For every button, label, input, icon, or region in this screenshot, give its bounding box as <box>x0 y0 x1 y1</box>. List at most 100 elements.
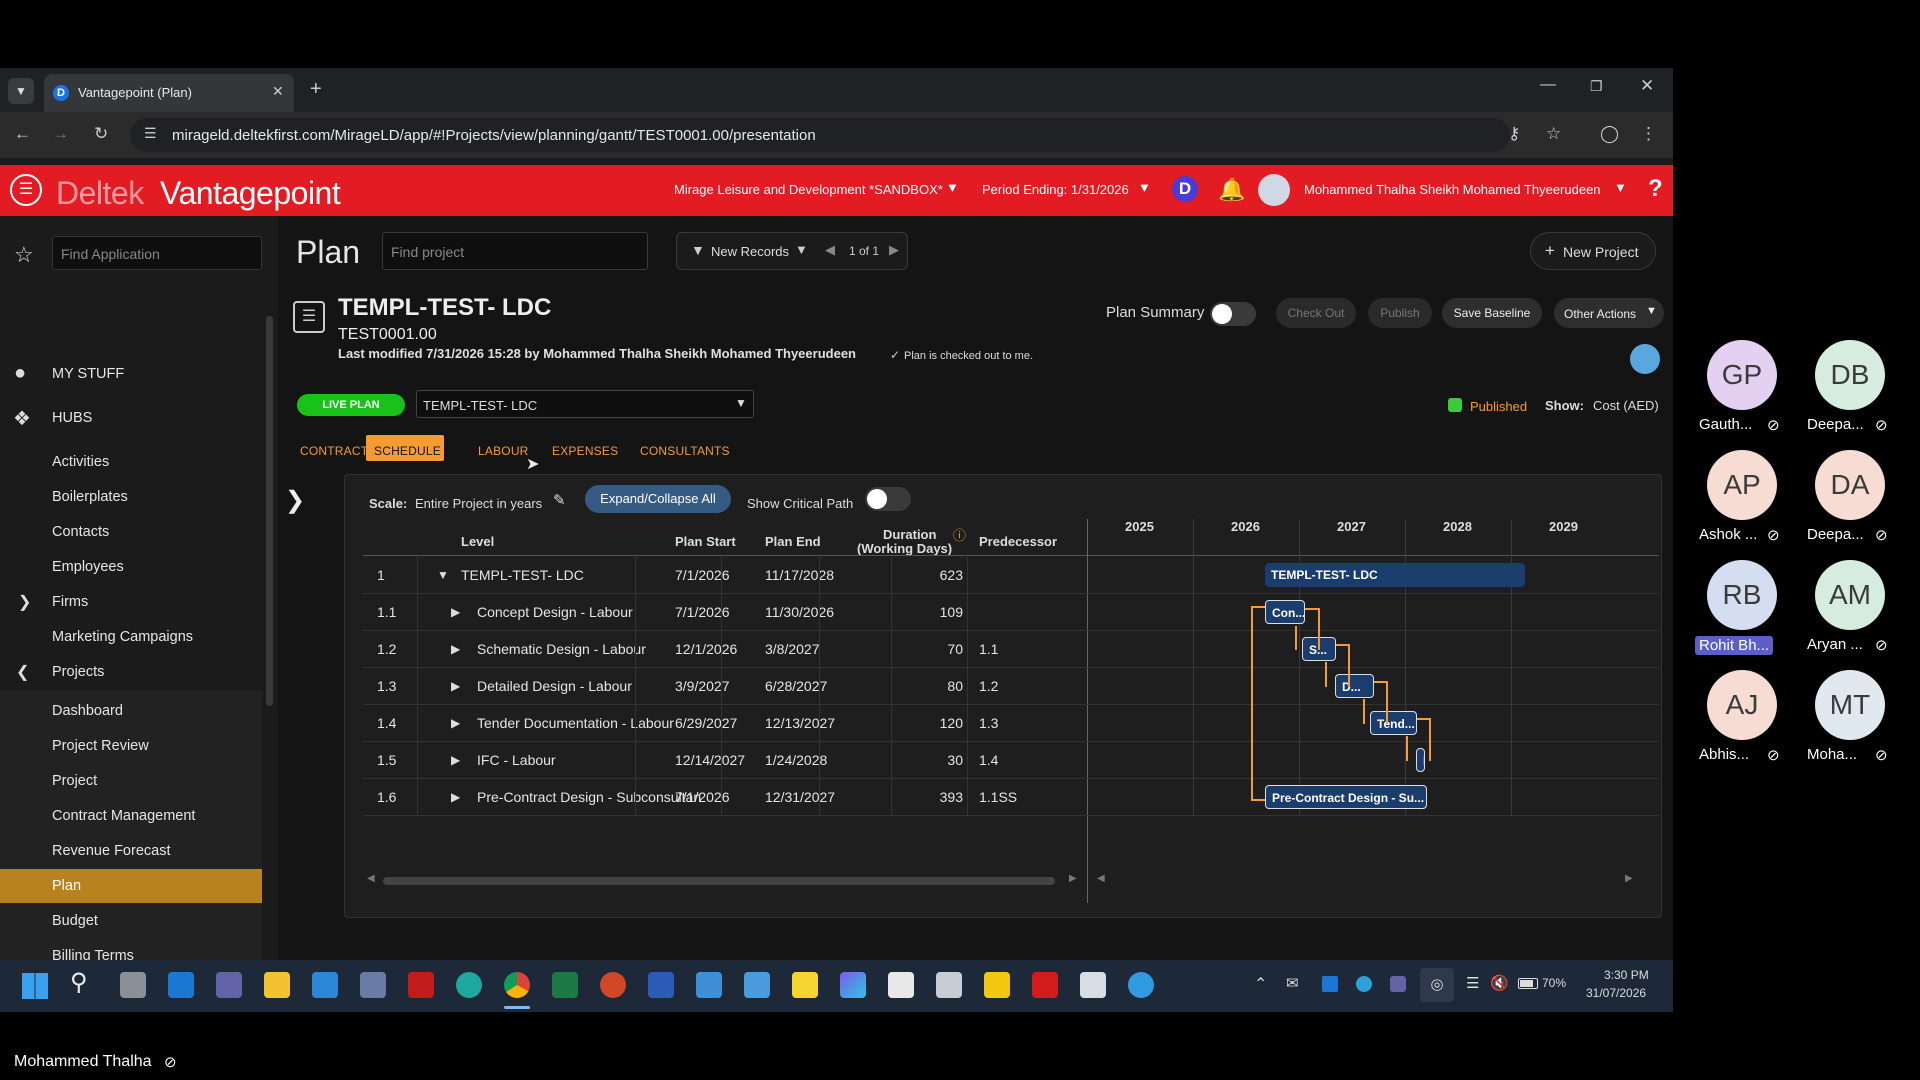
minimize-icon[interactable]: — <box>1540 76 1556 94</box>
row-name[interactable]: Pre-Contract Design - Subconsultan <box>477 789 701 805</box>
expand-caret-icon[interactable]: ▶ <box>451 642 460 656</box>
row-name[interactable]: Schematic Design - Labour <box>477 641 701 657</box>
row-name[interactable]: IFC - Labour <box>477 752 701 768</box>
scroll-left-icon[interactable]: ◀ <box>367 873 375 884</box>
outlook-icon[interactable] <box>168 972 194 998</box>
webex-icon[interactable] <box>1128 972 1154 998</box>
task-view-icon[interactable] <box>120 972 146 998</box>
plan-select[interactable]: TEMPL-TEST- LDC ▼ <box>416 390 754 418</box>
favorites-star-icon[interactable]: ☆ <box>14 242 34 268</box>
plan-summary-toggle[interactable] <box>1210 302 1256 326</box>
file-explorer-icon[interactable] <box>264 972 290 998</box>
profile-icon[interactable]: ◯ <box>1600 124 1619 144</box>
nav-plan[interactable]: Plan <box>52 878 81 894</box>
tab-expenses[interactable]: EXPENSES <box>552 444 618 458</box>
tab-labour[interactable]: LABOUR <box>478 444 529 458</box>
acrobat-icon[interactable] <box>408 972 434 998</box>
expand-caret-icon[interactable]: ▶ <box>451 679 460 693</box>
tab-consultants[interactable]: CONSULTANTS <box>640 444 730 458</box>
edge-icon[interactable] <box>456 972 482 998</box>
tools-icon[interactable] <box>1080 972 1106 998</box>
paint-icon[interactable] <box>696 972 722 998</box>
tray-outlook-icon[interactable] <box>1322 976 1338 992</box>
store-icon[interactable] <box>888 972 914 998</box>
notification-bell-icon[interactable]: 🔔 <box>1218 177 1245 203</box>
tab-contract[interactable]: CONTRACT <box>300 444 368 458</box>
snipping-tool-icon[interactable] <box>936 972 962 998</box>
col-plan-start[interactable]: Plan Start <box>675 534 736 549</box>
col-predecessor[interactable]: Predecessor <box>979 534 1057 549</box>
participant-avatar[interactable]: AJ <box>1707 670 1777 740</box>
copilot-icon[interactable] <box>840 972 866 998</box>
user-name[interactable]: Mohammed Thalha Sheikh Mohamed Thyeerude… <box>1304 182 1601 197</box>
participant-avatar[interactable]: RB <box>1707 560 1777 630</box>
gantt-bar[interactable]: TEMPL-TEST- LDC <box>1265 563 1525 587</box>
close-tab-icon[interactable]: ✕ <box>272 83 284 100</box>
nav-projects[interactable]: Projects <box>52 664 104 680</box>
teams-icon[interactable] <box>216 972 242 998</box>
gantt-bar[interactable]: Pre-Contract Design - Su... <box>1265 785 1427 809</box>
nav-firms[interactable]: Firms <box>52 594 88 610</box>
new-records-dropdown[interactable]: New Records <box>711 244 789 259</box>
mic-muted-tray-button[interactable]: ◎ <box>1420 968 1454 1002</box>
row-name[interactable]: Tender Documentation - Labour <box>477 715 701 731</box>
panel-expand-icon[interactable]: ❯ <box>278 476 312 526</box>
save-baseline-button[interactable]: Save Baseline <box>1442 298 1542 328</box>
word-icon[interactable] <box>648 972 674 998</box>
app-l-icon[interactable] <box>1032 972 1058 998</box>
row-name[interactable]: Concept Design - Labour <box>477 604 701 620</box>
clock-date[interactable]: 31/07/2026 <box>1586 986 1646 1000</box>
tray-sync-icon[interactable] <box>1356 976 1372 992</box>
hamburger-menu-icon[interactable]: ☰ <box>10 174 42 206</box>
tray-teams-icon[interactable] <box>1390 976 1406 992</box>
find-application-input[interactable]: Find Application <box>52 236 262 270</box>
participant-avatar[interactable]: MT <box>1815 670 1885 740</box>
row-name[interactable]: Detailed Design - Labour <box>477 678 701 694</box>
new-tab-icon[interactable]: + <box>310 78 322 101</box>
chevron-down-icon[interactable]: ❮ <box>16 662 29 682</box>
search-icon[interactable]: ⚲ <box>70 968 88 997</box>
grid-horizontal-scrollbar[interactable] <box>383 877 1055 885</box>
col-level[interactable]: Level <box>461 534 494 549</box>
nav-scrollbar[interactable] <box>266 316 273 706</box>
scroll-right-icon[interactable]: ▶ <box>1069 873 1077 884</box>
participant-avatar[interactable]: AM <box>1815 560 1885 630</box>
prev-record-icon[interactable]: ◀ <box>825 242 835 258</box>
nav-budget[interactable]: Budget <box>52 913 98 929</box>
company-selector[interactable]: Mirage Leisure and Development *SANDBOX* <box>674 182 943 197</box>
app-switcher-badge[interactable]: D <box>1172 176 1198 202</box>
excel-icon[interactable] <box>552 972 578 998</box>
participant-avatar[interactable]: GP <box>1707 340 1777 410</box>
participant-avatar[interactable]: DA <box>1815 450 1885 520</box>
windows-start-icon[interactable] <box>22 973 48 999</box>
chrome-icon[interactable] <box>504 972 530 998</box>
col-duration[interactable]: Duration <box>883 527 936 542</box>
check-out-button[interactable]: Check Out <box>1276 298 1356 328</box>
row-name[interactable]: TEMPL-TEST- LDC <box>461 567 685 583</box>
expand-caret-icon[interactable]: ▶ <box>451 790 460 804</box>
password-key-icon[interactable]: ⚷ <box>1508 124 1520 144</box>
onedrive-icon[interactable] <box>312 972 338 998</box>
back-icon[interactable]: ← <box>14 124 31 144</box>
battery-icon[interactable] <box>1518 978 1538 989</box>
help-icon[interactable]: ? <box>1648 175 1663 203</box>
nav-hubs[interactable]: HUBS <box>52 410 92 426</box>
close-window-icon[interactable]: ✕ <box>1640 76 1654 96</box>
publish-button[interactable]: Publish <box>1368 298 1432 328</box>
site-info-icon[interactable]: ☰ <box>144 125 157 142</box>
show-value[interactable]: Cost (AED) <box>1593 398 1659 413</box>
gantt-bar[interactable]: Con... <box>1265 600 1305 624</box>
nav-dashboard[interactable]: Dashboard <box>52 703 123 719</box>
critical-path-toggle[interactable] <box>865 487 911 511</box>
restore-icon[interactable]: ❐ <box>1590 78 1603 95</box>
nav-project[interactable]: Project <box>52 773 97 789</box>
forward-icon[interactable]: → <box>52 124 69 144</box>
expand-caret-icon[interactable]: ▶ <box>451 753 460 767</box>
new-project-button[interactable]: + New Project <box>1530 232 1656 270</box>
nav-revenue-forecast[interactable]: Revenue Forecast <box>52 843 170 859</box>
collaborator-avatar[interactable] <box>1630 344 1660 374</box>
nav-contract-management[interactable]: Contract Management <box>52 808 195 824</box>
nav-activities[interactable]: Activities <box>52 454 109 470</box>
wifi-icon[interactable]: ☰ <box>1466 974 1479 992</box>
edit-scale-icon[interactable]: ✎ <box>553 491 566 509</box>
